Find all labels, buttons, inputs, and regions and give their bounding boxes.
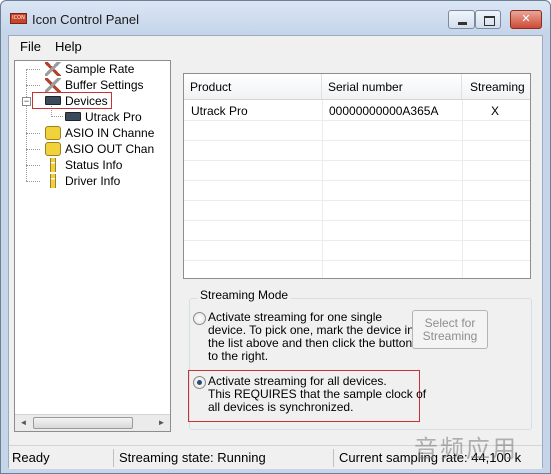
tree-item-label: Buffer Settings [65, 78, 144, 92]
tree-item-label: ASIO IN Channe [65, 126, 155, 140]
horizontal-scrollbar[interactable]: ◄ ► [15, 414, 170, 431]
maximize-button[interactable] [475, 10, 501, 29]
scroll-right-arrow-icon[interactable]: ► [153, 415, 170, 431]
watermark-text: 音频应用 [414, 435, 518, 463]
tree-connector [26, 165, 40, 166]
grid-line [184, 140, 530, 141]
grid-line [184, 260, 530, 261]
tree-item-label: Driver Info [65, 174, 121, 188]
table-header: Product Serial number Streaming [184, 74, 530, 100]
title-bar[interactable]: ICON Icon Control Panel [1, 1, 550, 35]
label-line: all devices is synchronized. [208, 400, 354, 414]
radio-all-devices[interactable] [193, 376, 206, 389]
tree-item-label: Sample Rate [65, 62, 135, 76]
client-area: File Help Sample Rate Buffer Settings − [8, 35, 543, 469]
collapse-expander[interactable]: − [22, 97, 31, 106]
app-window: ICON Icon Control Panel File Help Sample… [0, 0, 551, 474]
label-line: to the right. [208, 349, 269, 363]
status-separator [113, 449, 114, 467]
device-icon [65, 112, 81, 121]
info-icon [50, 174, 56, 188]
radio-single-device[interactable] [193, 312, 206, 325]
button-label-line: Streaming [422, 329, 478, 343]
tree-connector [26, 69, 40, 70]
grid-line [184, 220, 530, 221]
cell-serial: 00000000000A365A [329, 104, 439, 118]
scrollbar-thumb[interactable] [33, 417, 133, 429]
radio-all-devices-label[interactable]: Activate streaming for all devices. This… [208, 375, 426, 414]
channel-icon [45, 142, 61, 156]
grid-line [184, 180, 530, 181]
grid-line [184, 200, 530, 201]
minimize-button[interactable] [448, 10, 475, 29]
menu-bar: File Help [9, 36, 542, 57]
tools-icon [45, 78, 61, 92]
column-header-product[interactable]: Product [184, 74, 322, 99]
column-header-streaming[interactable]: Streaming [462, 74, 532, 99]
grid-line [462, 100, 463, 278]
grid-line [322, 100, 323, 278]
scroll-left-arrow-icon[interactable]: ◄ [15, 415, 32, 431]
app-icon: ICON [10, 13, 27, 24]
tree-connector [26, 181, 40, 182]
column-header-serial[interactable]: Serial number [322, 74, 462, 99]
channel-icon [45, 126, 61, 140]
tree-connector [26, 133, 40, 134]
menu-help[interactable]: Help [55, 39, 82, 54]
radio-single-device-label[interactable]: Activate streaming for one single device… [208, 311, 414, 363]
tree-connector [26, 85, 40, 86]
grid-line [184, 160, 530, 161]
tree-item-label: Utrack Pro [85, 110, 142, 124]
status-separator [333, 449, 334, 467]
selection-highlight [32, 92, 112, 109]
tree-connector [51, 116, 63, 117]
group-title: Streaming Mode [197, 288, 292, 302]
cell-streaming: X [491, 104, 500, 118]
table-row[interactable]: Utrack Pro 00000000000A365A X [184, 101, 530, 121]
settings-tree[interactable]: Sample Rate Buffer Settings − Devices Ut… [14, 60, 171, 432]
info-icon [50, 158, 56, 172]
close-button[interactable] [510, 10, 542, 29]
status-streaming-state: Streaming state: Running [119, 450, 266, 465]
tree-item-label: ASIO OUT Chan [65, 142, 155, 156]
tools-icon [45, 62, 61, 76]
status-ready: Ready [12, 450, 50, 465]
window-title: Icon Control Panel [32, 12, 139, 27]
tree-item-label: Status Info [65, 158, 123, 172]
grid-line [184, 240, 530, 241]
tree-connector [26, 149, 40, 150]
cell-product: Utrack Pro [191, 104, 248, 118]
select-for-streaming-button[interactable]: Select for Streaming [412, 310, 488, 349]
devices-table[interactable]: Product Serial number Streaming Utrack P… [183, 73, 531, 279]
menu-file[interactable]: File [20, 39, 41, 54]
